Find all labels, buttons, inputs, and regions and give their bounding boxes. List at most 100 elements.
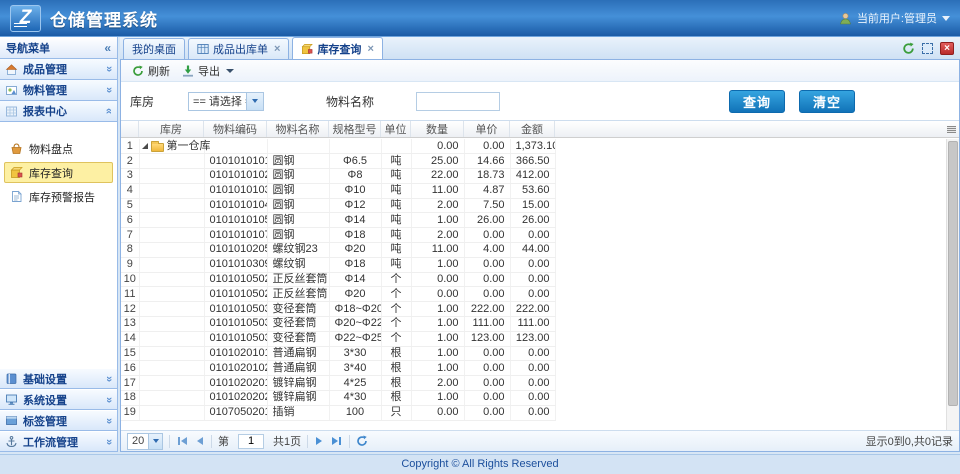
table-row[interactable]: 180101020202镀锌扁钢4*30根1.000.000.00 xyxy=(121,391,555,406)
sidebar-item-label-manage[interactable]: 标签管理 » xyxy=(0,410,117,431)
table-row[interactable]: 13010101050302变径套筒Φ20~Φ22个1.00111.00111.… xyxy=(121,317,555,332)
cell-rownum: 7 xyxy=(121,228,139,243)
sidebar-item-base-settings[interactable]: 基础设置 » xyxy=(0,368,117,389)
cell-spec: Φ20 xyxy=(329,287,381,302)
cell-code: 010101050204 xyxy=(204,287,267,302)
last-page-button[interactable] xyxy=(330,437,343,445)
select-trigger[interactable] xyxy=(246,93,263,110)
pager-refresh-icon[interactable] xyxy=(356,435,368,447)
cell-qty: 2.00 xyxy=(411,228,464,243)
column-menu-icon[interactable] xyxy=(947,126,956,133)
select-trigger[interactable] xyxy=(148,434,162,449)
sidebar-item-label: 标签管理 xyxy=(23,413,67,429)
scrollbar-thumb[interactable] xyxy=(948,141,958,406)
column-header-code[interactable]: 物料编码 xyxy=(204,121,267,137)
sidebar-item-report-center[interactable]: 报表中心 » xyxy=(0,101,117,122)
table-row[interactable]: 30101010102圆钢Φ8吨22.0018.73412.00 xyxy=(121,169,555,184)
prev-page-button[interactable] xyxy=(195,437,205,445)
chevron-down-icon xyxy=(226,69,234,73)
sidebar-collapse-icon[interactable]: « xyxy=(104,41,111,55)
next-page-button[interactable] xyxy=(314,437,324,445)
refresh-tabs-icon[interactable] xyxy=(902,42,915,55)
table-row[interactable]: 90101010309螺纹钢Φ18吨1.000.000.00 xyxy=(121,257,555,272)
cell-qty: 1.00 xyxy=(411,391,464,406)
sidebar-item-workflow-manage[interactable]: 工作流管理 » xyxy=(0,431,117,452)
inventory-query-panel: 刷新 导出 库房 = xyxy=(120,60,960,452)
cell-name: 变径套筒 xyxy=(267,331,329,346)
cell-spec: Φ10 xyxy=(329,183,381,198)
cell-amount: 123.00 xyxy=(510,331,555,346)
table-row[interactable]: 20101010101圆钢Φ6.5吨25.0014.66366.50 xyxy=(121,154,555,169)
sidebar-item-label: 成品管理 xyxy=(23,61,67,77)
cell-qty: 0.00 xyxy=(411,405,464,420)
query-button[interactable]: 查询 xyxy=(729,90,785,113)
cell-unit: 吨 xyxy=(381,243,411,258)
sidebar-item-inventory-query[interactable]: 库存查询 xyxy=(4,162,113,183)
page-size-select[interactable]: 20 xyxy=(127,433,163,450)
close-icon[interactable]: × xyxy=(940,42,954,55)
clear-button[interactable]: 清空 xyxy=(799,90,855,113)
vertical-scrollbar[interactable] xyxy=(946,139,959,430)
tab-inventory-query[interactable]: 库存查询 × xyxy=(292,37,382,59)
table-row[interactable]: 50101010104圆钢Φ12吨2.007.5015.00 xyxy=(121,198,555,213)
cell-rownum: 6 xyxy=(121,213,139,228)
table-row[interactable]: 170101020201镀锌扁钢4*25根2.000.000.00 xyxy=(121,376,555,391)
sidebar-item-label: 物料盘点 xyxy=(29,141,73,157)
column-header-warehouse[interactable]: 库房 xyxy=(139,121,204,137)
material-name-input[interactable] xyxy=(416,92,500,111)
cell-name: 普通扁钢 xyxy=(267,346,329,361)
cell-rownum: 18 xyxy=(121,391,139,406)
column-header-qty[interactable]: 数量 xyxy=(411,121,464,137)
first-page-button[interactable] xyxy=(176,437,189,445)
table-row[interactable]: 11010101050204正反丝套筒Φ20个0.000.000.00 xyxy=(121,287,555,302)
cell-rownum: 15 xyxy=(121,346,139,361)
column-header-spec[interactable]: 规格型号 xyxy=(329,121,381,137)
tree-expand-icon[interactable] xyxy=(142,143,148,149)
table-row[interactable]: 160101020102普通扁钢3*40根1.000.000.00 xyxy=(121,361,555,376)
sidebar-item-alert-report[interactable]: 库存预警报告 xyxy=(4,186,113,207)
user-menu[interactable]: 当前用户:管理员 xyxy=(839,10,950,26)
tab-close-icon[interactable]: × xyxy=(367,43,373,55)
restore-icon[interactable] xyxy=(922,43,933,54)
cell-warehouse xyxy=(139,346,204,361)
tab-product-outbound[interactable]: 成品出库单 × xyxy=(188,38,289,59)
pagination-bar: 20 第 共1页 xyxy=(121,430,959,451)
tab-close-icon[interactable]: × xyxy=(274,43,280,55)
sidebar-item-system-settings[interactable]: 系统设置 » xyxy=(0,389,117,410)
sidebar-item-material-manage[interactable]: 物料管理 » xyxy=(0,80,117,101)
table-row[interactable]: 70101010107圆钢Φ18吨2.000.000.00 xyxy=(121,228,555,243)
sidebar-item-stocktake[interactable]: 物料盘点 xyxy=(4,138,113,159)
cell-rownum: 19 xyxy=(121,405,139,420)
refresh-button[interactable]: 刷新 xyxy=(128,62,174,80)
export-button[interactable]: 导出 xyxy=(178,62,238,80)
cell-unit: 吨 xyxy=(381,154,411,169)
user-icon xyxy=(839,12,852,25)
table-row[interactable]: 60101010105圆钢Φ14吨1.0026.0026.00 xyxy=(121,213,555,228)
group-row[interactable]: 1第一仓库0.000.001,373.10 xyxy=(121,139,555,154)
cell-name: 圆钢 xyxy=(267,169,329,184)
table-row[interactable]: 150101020101普通扁钢3*30根1.000.000.00 xyxy=(121,346,555,361)
cell-price: 14.66 xyxy=(464,154,510,169)
export-icon xyxy=(182,65,194,77)
cell-amount: 0.00 xyxy=(510,405,555,420)
cell-warehouse xyxy=(139,272,204,287)
column-header-amount[interactable]: 金额 xyxy=(510,121,555,137)
cell-rownum: 1 xyxy=(121,139,139,154)
sidebar-item-product-manage[interactable]: 成品管理 » xyxy=(0,59,117,80)
chevron-expand-icon: » xyxy=(103,87,115,93)
warehouse-select[interactable]: == 请选择 == xyxy=(188,92,264,111)
workflow-manage-icon xyxy=(5,435,18,448)
column-header-name[interactable]: 物料名称 xyxy=(267,121,329,137)
table-row[interactable]: 12010101050301变径套筒Φ18~Φ20个1.00222.00222.… xyxy=(121,302,555,317)
table-row[interactable]: 80101010205螺纹钢23Φ20吨11.004.0044.00 xyxy=(121,243,555,258)
page: Z 仓储管理系统 当前用户:管理员 导航菜单 « 成品管理 xyxy=(0,0,960,474)
table-row[interactable]: 40101010103圆钢Φ10吨11.004.8753.60 xyxy=(121,183,555,198)
table-row[interactable]: 14010101050303变径套筒Φ22~Φ25个1.00123.00123.… xyxy=(121,331,555,346)
column-header-price[interactable]: 单价 xyxy=(464,121,510,137)
cell-warehouse xyxy=(139,228,204,243)
table-row[interactable]: 10010101050201正反丝套筒Φ14个0.000.000.00 xyxy=(121,272,555,287)
tab-my-desktop[interactable]: 我的桌面 xyxy=(123,38,185,59)
table-row[interactable]: 190107050201插销100只0.000.000.00 xyxy=(121,405,555,420)
page-number-input[interactable] xyxy=(238,434,264,449)
column-header-unit[interactable]: 单位 xyxy=(381,121,411,137)
